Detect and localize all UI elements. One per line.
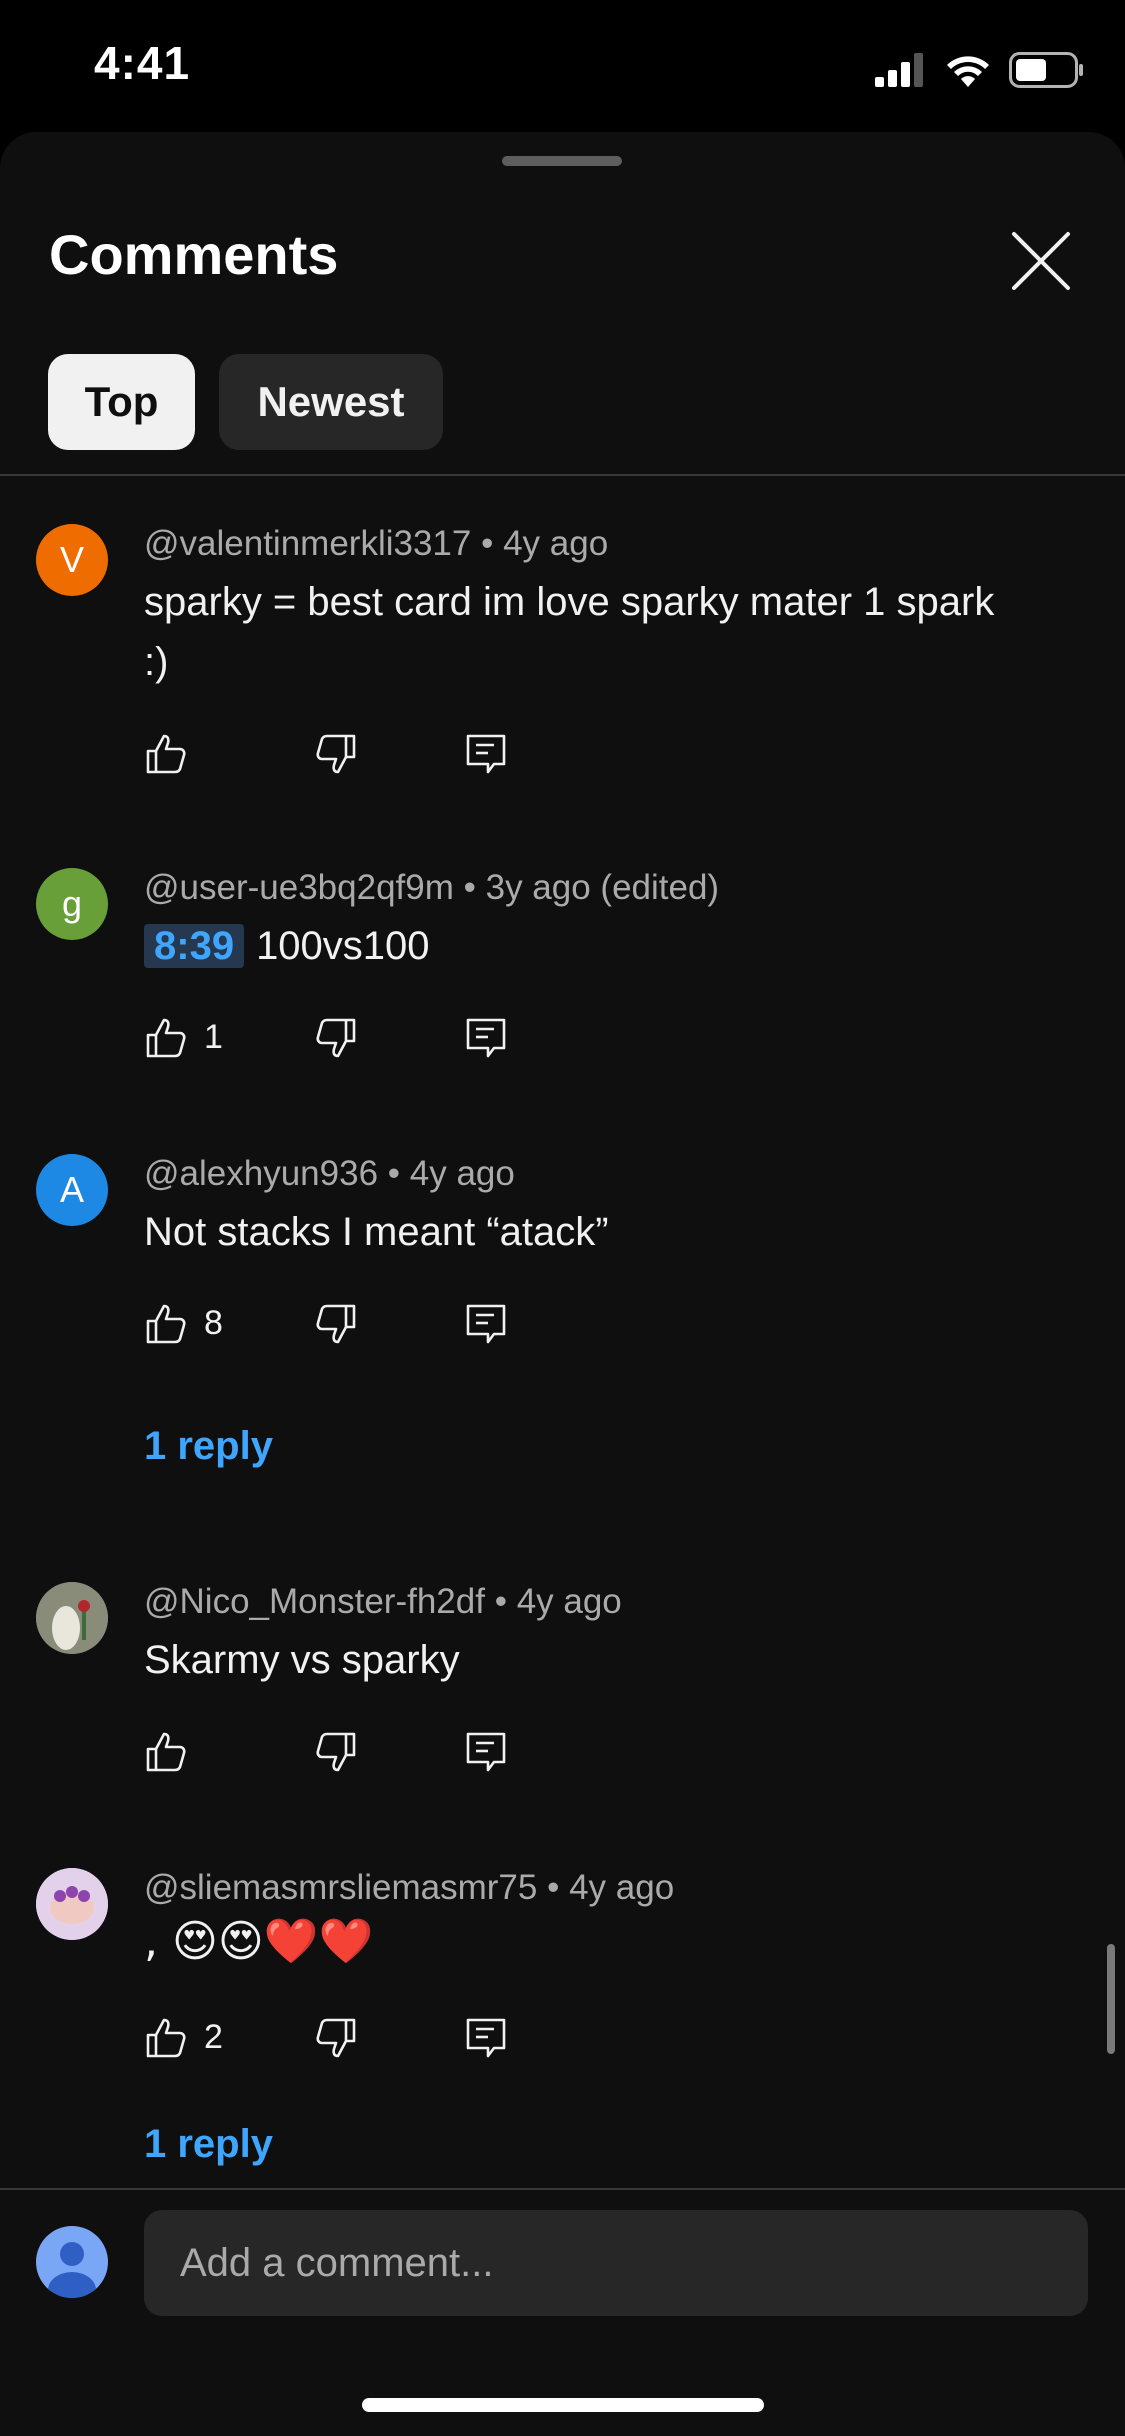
user-avatar[interactable] [36, 2226, 108, 2298]
dislike-icon[interactable] [314, 1730, 358, 1774]
avatar[interactable]: A [36, 1154, 108, 1226]
comment-age: 4y ago [409, 1154, 515, 1193]
avatar-letter: V [59, 539, 84, 580]
like-count: 1 [204, 1018, 223, 1056]
like-icon[interactable] [144, 1730, 188, 1774]
timestamp-link[interactable]: 8:39 [144, 924, 245, 968]
dislike-icon[interactable] [314, 1016, 358, 1060]
avatar-photo-icon [36, 1868, 108, 1940]
dislike-icon[interactable] [314, 1302, 358, 1346]
add-comment-input[interactable] [144, 2210, 1088, 2316]
status-icons [875, 50, 1085, 90]
comment-actions [144, 1730, 544, 1780]
replies-link[interactable]: 1 reply [144, 2122, 273, 2167]
drag-handle[interactable] [502, 156, 622, 166]
like-icon[interactable] [144, 1302, 188, 1346]
comment-meta: @Nico_Monster-fh2df • 4y ago [144, 1582, 622, 1622]
meta-separator: • [387, 1154, 401, 1193]
dislike-icon[interactable] [314, 2016, 358, 2060]
comments-list[interactable]: V @valentinmerkli3317 • 4y ago sparky = … [0, 476, 1125, 2326]
status-time: 4:41 [94, 37, 191, 89]
meta-separator: • [494, 1582, 507, 1621]
comment-author[interactable]: @alexhyun936 [144, 1154, 378, 1193]
battery-icon [1009, 52, 1083, 88]
like-count: 8 [204, 1304, 223, 1342]
reply-icon[interactable] [464, 1016, 508, 1060]
comment-text: Skarmy vs sparky [144, 1638, 460, 1682]
avatar-photo-icon [36, 1582, 108, 1654]
comment-text-body: 100vs100 [256, 924, 430, 968]
status-bar: 4:41 [0, 0, 1125, 135]
avatar[interactable]: g [36, 868, 108, 940]
home-indicator [362, 2398, 764, 2412]
comment-age: 4y ago [503, 524, 609, 563]
like-count: 2 [204, 2018, 223, 2056]
reply-icon[interactable] [464, 2016, 508, 2060]
reply-icon[interactable] [464, 732, 508, 776]
comment-text: sparky = best card im love sparky mater … [144, 580, 995, 684]
avatar[interactable]: V [36, 524, 108, 596]
comment-actions [144, 732, 544, 782]
like-icon[interactable] [144, 2016, 188, 2060]
comment-author[interactable]: @user-ue3bq2qf9m [144, 868, 454, 907]
comment-age: 3y ago (edited) [485, 868, 720, 907]
default-user-icon [48, 2242, 96, 2298]
comment-text: Not stacks I meant “atack” [144, 1210, 609, 1254]
tab-top[interactable]: Top [48, 354, 195, 450]
comment-author[interactable]: @valentinmerkli3317 [144, 524, 471, 563]
wifi-icon [947, 56, 989, 87]
comment-text: , 😍😍❤️❤️ [144, 1916, 374, 1967]
comment-meta: @user-ue3bq2qf9m • 3y ago (edited) [144, 868, 719, 908]
composer-divider [0, 2188, 1125, 2190]
comment-author[interactable]: @sliemasmrsliemasmr75 [144, 1868, 537, 1907]
comments-sheet: Comments Top Newest V @valentinmerkli331… [0, 132, 1125, 2436]
meta-separator: • [481, 524, 494, 563]
tab-newest[interactable]: Newest [219, 354, 443, 450]
comment-author[interactable]: @Nico_Monster-fh2df [144, 1582, 485, 1621]
comment-age: 4y ago [569, 1868, 675, 1907]
meta-separator: • [463, 868, 476, 907]
avatar[interactable] [36, 1868, 108, 1940]
comment-meta: @valentinmerkli3317 • 4y ago [144, 524, 608, 564]
reply-icon[interactable] [464, 1302, 508, 1346]
sheet-title: Comments [49, 223, 339, 286]
comment-actions: 2 [144, 2016, 544, 2066]
scrollbar[interactable] [1107, 1944, 1115, 2054]
replies-link[interactable]: 1 reply [144, 1424, 273, 1469]
comment-age: 4y ago [516, 1582, 622, 1621]
comment-meta: @alexhyun936 • 4y ago [144, 1154, 515, 1194]
cellular-signal-icon [875, 53, 923, 87]
comment-actions: 8 [144, 1302, 544, 1352]
avatar[interactable] [36, 1582, 108, 1654]
dislike-icon[interactable] [314, 732, 358, 776]
comment-actions: 1 [144, 1016, 544, 1066]
avatar-letter: g [61, 883, 83, 924]
comment-text: 8:39 100vs100 [144, 916, 1024, 976]
like-icon[interactable] [144, 1016, 188, 1060]
close-icon[interactable] [1010, 230, 1072, 292]
meta-separator: • [547, 1868, 560, 1907]
comment-meta: @sliemasmrsliemasmr75 • 4y ago [144, 1868, 674, 1908]
comment-composer [0, 2188, 1125, 2436]
like-icon[interactable] [144, 732, 188, 776]
reply-icon[interactable] [464, 1730, 508, 1774]
avatar-letter: A [59, 1169, 84, 1210]
